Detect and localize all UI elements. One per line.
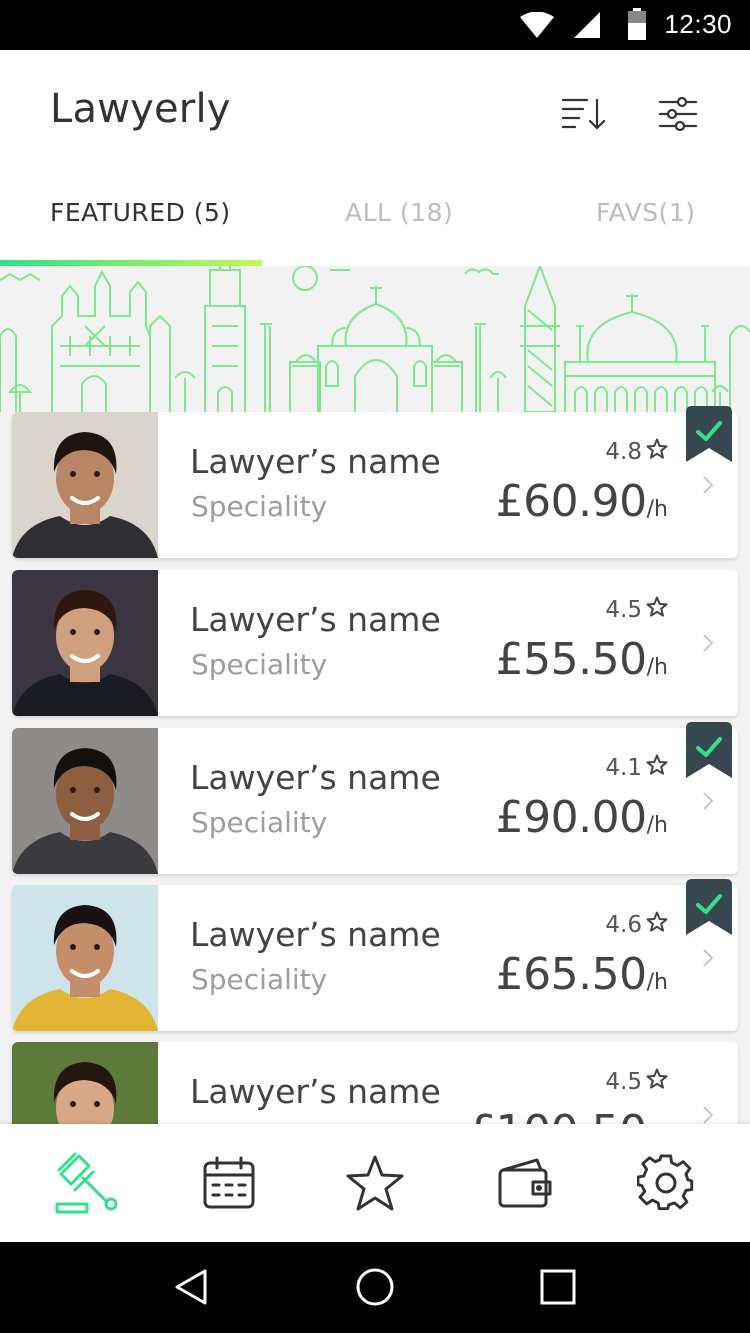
rating-value: 4.8 [605, 439, 642, 465]
calendar-icon [201, 1155, 257, 1215]
nav-wallet[interactable] [490, 1154, 560, 1216]
system-navigation-bar [0, 1242, 750, 1333]
star-outline-icon [646, 754, 668, 782]
lawyer-speciality: Speciality [191, 806, 328, 839]
filter-button[interactable] [654, 92, 702, 140]
tab-featured[interactable]: FEATURED (5) [50, 198, 231, 227]
recents-icon [540, 1269, 576, 1309]
gavel-icon [53, 1152, 123, 1218]
star-outline-icon [646, 1068, 668, 1096]
rating-value: 4.6 [605, 912, 642, 938]
lawyer-card[interactable]: Lawyer’s name Speciality 4.8 £60.90/h [12, 406, 738, 558]
nav-settings[interactable] [631, 1154, 701, 1216]
rating-value: 4.5 [605, 597, 642, 623]
tab-favs[interactable]: FAVS(1) [596, 198, 695, 227]
lawyer-speciality: Speciality [191, 490, 328, 523]
chevron-right-icon [702, 475, 714, 499]
skyline-illustration [0, 266, 750, 412]
chevron-right-icon [702, 633, 714, 657]
settings-icon [636, 1154, 695, 1216]
price-unit: /h [646, 970, 668, 995]
back-button[interactable] [166, 1264, 216, 1314]
lawyer-rating: 4.5 [605, 1068, 668, 1096]
home-button[interactable] [350, 1264, 400, 1314]
star-outline-icon [646, 911, 668, 939]
clock: 12:30 [664, 9, 732, 39]
chevron-right-icon [702, 948, 714, 972]
lawyer-card[interactable]: Lawyer’s name Speciality 4.1 £90.00/h [12, 722, 738, 874]
lawyer-photo [12, 412, 158, 558]
lawyer-price: £60.90/h [496, 476, 668, 527]
price-value: £55.50 [495, 634, 647, 685]
lawyer-name: Lawyer’s name [190, 600, 441, 639]
nav-calendar[interactable] [194, 1154, 264, 1216]
lawyer-rating: 4.8 [605, 438, 668, 466]
tab-bar: FEATURED (5) ALL (18) FAVS(1) [0, 178, 750, 266]
chevron-right-icon [702, 791, 714, 815]
lawyer-price: £55.50/h [496, 634, 668, 685]
skyline-banner [0, 266, 750, 412]
home-icon [355, 1267, 395, 1311]
lawyer-photo [12, 570, 158, 716]
wifi-icon [520, 11, 554, 42]
battery-icon [628, 8, 646, 44]
price-value: £60.90 [495, 476, 647, 527]
lawyer-card[interactable]: Lawyer’s name Speciality 4.5 £55.50/h [12, 570, 738, 716]
lawyer-card[interactable]: Lawyer’s name Speciality 4.6 £65.50/h [12, 879, 738, 1031]
lawyer-name: Lawyer’s name [190, 442, 441, 481]
lawyer-speciality: Speciality [191, 648, 328, 681]
bottom-navigation [0, 1124, 750, 1242]
price-unit: /h [646, 497, 668, 522]
favourite-bookmark-icon[interactable] [686, 406, 732, 462]
app-header: Lawyerly [0, 50, 750, 178]
rating-value: 4.5 [605, 1069, 642, 1095]
recents-button[interactable] [533, 1264, 583, 1314]
star-outline-icon [646, 596, 668, 624]
back-icon [173, 1268, 209, 1310]
app-title: Lawyerly [50, 86, 231, 132]
filter-icon [658, 96, 698, 136]
status-bar: 12:30 [0, 0, 750, 50]
lawyer-rating: 4.6 [605, 911, 668, 939]
lawyer-photo [12, 885, 158, 1031]
lawyer-rating: 4.1 [605, 754, 668, 782]
sort-button[interactable] [560, 92, 608, 140]
nav-lawyers[interactable] [53, 1152, 123, 1218]
price-unit: /h [646, 655, 668, 680]
app-screen: 12:30 Lawyerly FEATURED (5) ALL (18) FAV… [0, 0, 750, 1333]
lawyer-rating: 4.5 [605, 596, 668, 624]
rating-value: 4.1 [605, 755, 642, 781]
lawyer-price: £90.00/h [496, 792, 668, 843]
lawyer-photo [12, 728, 158, 874]
tab-all[interactable]: ALL (18) [345, 198, 453, 227]
cell-signal-icon [574, 12, 600, 42]
wallet-icon [497, 1156, 553, 1214]
lawyer-name: Lawyer’s name [190, 915, 441, 954]
price-unit: /h [646, 813, 668, 838]
favourite-bookmark-icon[interactable] [686, 879, 732, 935]
lawyer-name: Lawyer’s name [190, 758, 441, 797]
lawyer-speciality: Speciality [191, 963, 328, 996]
price-value: £65.50 [495, 949, 647, 1000]
star-icon [345, 1154, 405, 1216]
lawyer-price: £65.50/h [496, 949, 668, 1000]
nav-favourites[interactable] [340, 1154, 410, 1216]
sort-icon [561, 96, 607, 136]
lawyer-name: Lawyer’s name [190, 1072, 441, 1111]
star-outline-icon [646, 438, 668, 466]
favourite-bookmark-icon[interactable] [686, 722, 732, 778]
price-value: £90.00 [495, 792, 647, 843]
